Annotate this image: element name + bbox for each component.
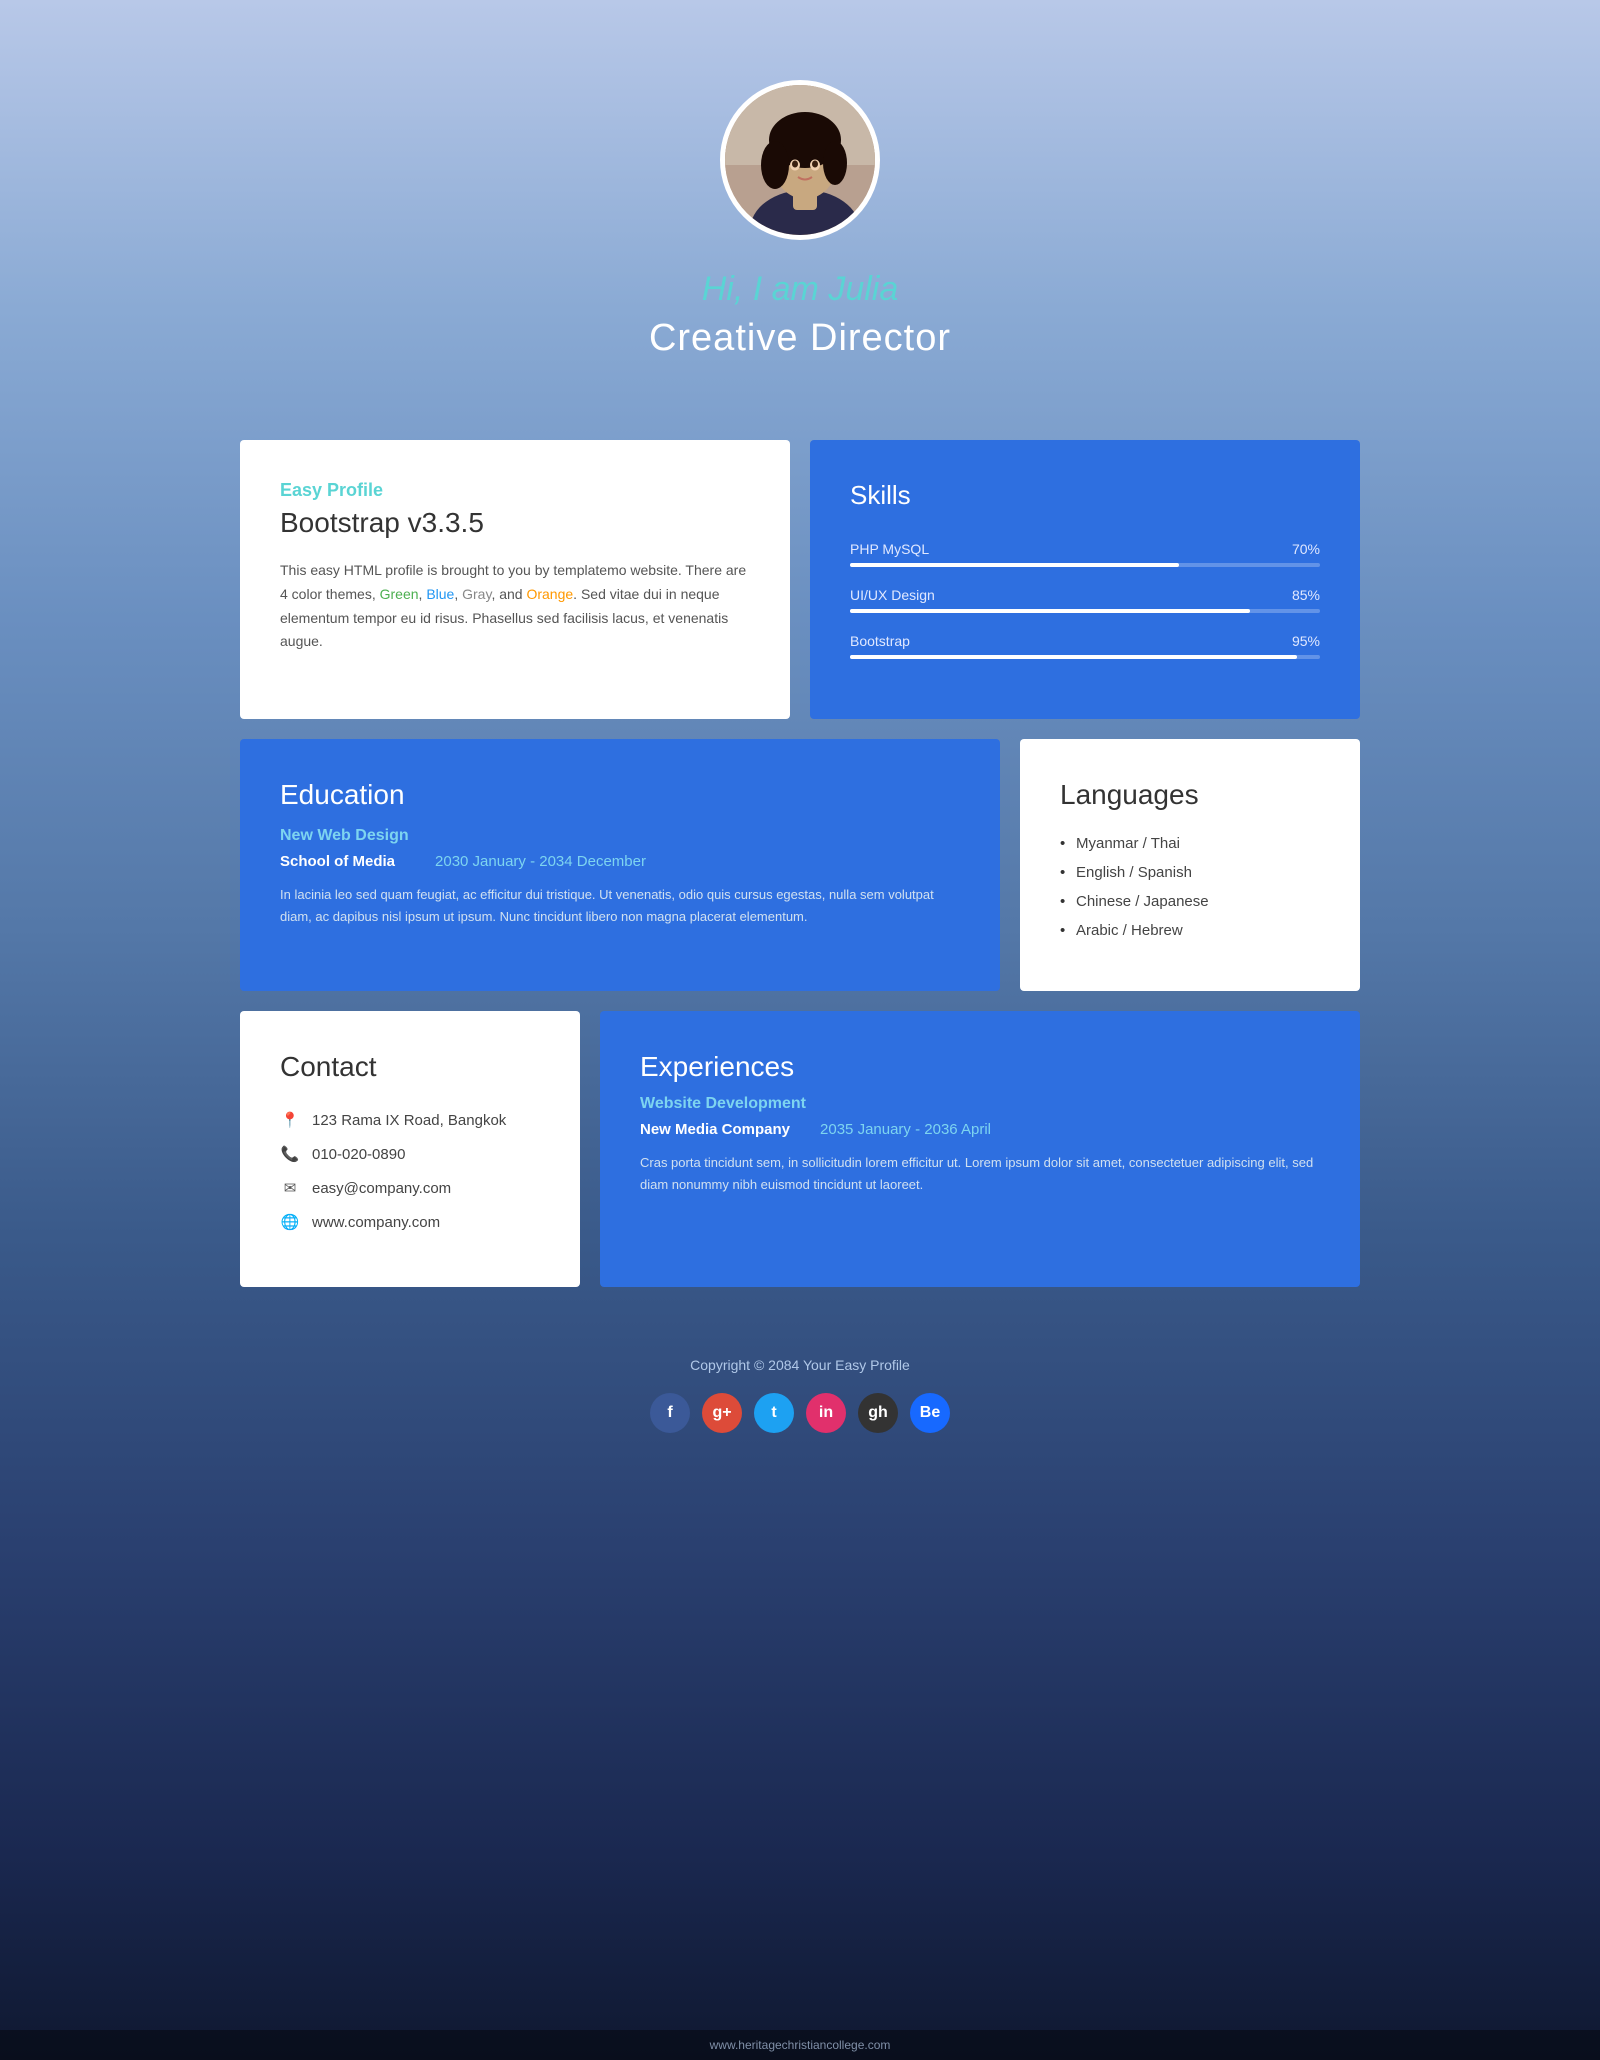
skill-bootstrap-percent: 95% (1292, 633, 1320, 649)
education-date: 2030 January - 2034 December (435, 853, 646, 870)
experiences-company: New Media Company (640, 1121, 790, 1138)
skill-php-label: PHP MySQL (850, 541, 929, 557)
hero-greeting: Hi, I am Julia (702, 270, 899, 309)
main-content: Easy Profile Bootstrap v3.3.5 This easy … (200, 440, 1400, 1287)
contact-address: 📍 123 Rama IX Road, Bangkok (280, 1111, 540, 1129)
color-orange-link[interactable]: Orange (526, 586, 573, 602)
row-1: Easy Profile Bootstrap v3.3.5 This easy … (240, 440, 1360, 719)
experiences-company-row: New Media Company 2035 January - 2036 Ap… (640, 1121, 1320, 1138)
avatar (720, 80, 880, 240)
skill-ui-bar-fill (850, 609, 1250, 613)
contact-website: 🌐 www.company.com (280, 1213, 540, 1231)
skill-ui-bar-bg (850, 609, 1320, 613)
skill-bootstrap: Bootstrap 95% (850, 633, 1320, 659)
color-blue-link[interactable]: Blue (426, 586, 454, 602)
contact-email: ✉ easy@company.com (280, 1179, 540, 1197)
contact-phone: 📞 010-020-0890 (280, 1145, 540, 1163)
profile-card-subtitle: Bootstrap v3.3.5 (280, 507, 750, 539)
row-3: Contact 📍 123 Rama IX Road, Bangkok 📞 01… (240, 1011, 1360, 1287)
bottom-bar-url: www.heritagechristiancollege.com (710, 2038, 891, 2052)
footer: Copyright © 2084 Your Easy Profile f g+ … (0, 1307, 1600, 1473)
experiences-card: Experiences Website Development New Medi… (600, 1011, 1360, 1287)
instagram-icon[interactable]: in (806, 1393, 846, 1433)
experiences-date: 2035 January - 2036 April (820, 1121, 991, 1138)
skill-bootstrap-bar-bg (850, 655, 1320, 659)
languages-list: Myanmar / Thai English / Spanish Chinese… (1060, 835, 1320, 939)
behance-icon[interactable]: Be (910, 1393, 950, 1433)
skill-ui-label: UI/UX Design (850, 587, 935, 603)
skill-php-bar-bg (850, 563, 1320, 567)
footer-copyright: Copyright © 2084 Your Easy Profile (0, 1357, 1600, 1373)
skill-ui-percent: 85% (1292, 587, 1320, 603)
github-icon[interactable]: gh (858, 1393, 898, 1433)
bottom-bar: www.heritagechristiancollege.com (0, 2030, 1600, 2060)
color-green-link[interactable]: Green (380, 586, 419, 602)
education-title: Education (280, 779, 960, 811)
education-description: In lacinia leo sed quam feugiat, ac effi… (280, 884, 960, 928)
phone-icon: 📞 (280, 1145, 300, 1163)
skills-title: Skills (850, 480, 1320, 511)
profile-card-text: This easy HTML profile is brought to you… (280, 559, 750, 654)
profile-card: Easy Profile Bootstrap v3.3.5 This easy … (240, 440, 790, 719)
skill-bootstrap-label: Bootstrap (850, 633, 910, 649)
language-item-1: English / Spanish (1060, 864, 1320, 881)
facebook-icon[interactable]: f (650, 1393, 690, 1433)
skill-php: PHP MySQL 70% (850, 541, 1320, 567)
language-item-3: Arabic / Hebrew (1060, 922, 1320, 939)
contact-address-text: 123 Rama IX Road, Bangkok (312, 1112, 506, 1129)
language-item-2: Chinese / Japanese (1060, 893, 1320, 910)
globe-icon: 🌐 (280, 1213, 300, 1231)
language-item-0: Myanmar / Thai (1060, 835, 1320, 852)
education-school-name: School of Media (280, 853, 395, 870)
social-icons: f g+ t in gh Be (0, 1393, 1600, 1433)
skill-ui: UI/UX Design 85% (850, 587, 1320, 613)
education-school-row: School of Media 2030 January - 2034 Dece… (280, 853, 960, 870)
education-card: Education New Web Design School of Media… (240, 739, 1000, 991)
profile-card-label: Easy Profile (280, 480, 750, 501)
skill-bootstrap-bar-fill (850, 655, 1297, 659)
experiences-description: Cras porta tincidunt sem, in sollicitudi… (640, 1152, 1320, 1196)
color-gray-link[interactable]: Gray (462, 586, 491, 602)
experiences-role-label: Website Development (640, 1095, 1320, 1113)
row-2: Education New Web Design School of Media… (240, 739, 1360, 991)
email-icon: ✉ (280, 1179, 300, 1197)
skills-card: Skills PHP MySQL 70% UI/UX Design 85% (810, 440, 1360, 719)
education-school-label: New Web Design (280, 827, 960, 845)
languages-card: Languages Myanmar / Thai English / Spani… (1020, 739, 1360, 991)
twitter-icon[interactable]: t (754, 1393, 794, 1433)
google-plus-icon[interactable]: g+ (702, 1393, 742, 1433)
contact-phone-text: 010-020-0890 (312, 1146, 405, 1163)
experiences-title: Experiences (640, 1051, 1320, 1083)
hero-title: Creative Director (649, 317, 951, 360)
contact-card: Contact 📍 123 Rama IX Road, Bangkok 📞 01… (240, 1011, 580, 1287)
skill-php-bar-fill (850, 563, 1179, 567)
contact-title: Contact (280, 1051, 540, 1083)
contact-website-text: www.company.com (312, 1214, 440, 1231)
languages-title: Languages (1060, 779, 1320, 811)
contact-email-text: easy@company.com (312, 1180, 451, 1197)
location-icon: 📍 (280, 1111, 300, 1129)
hero-section: Hi, I am Julia Creative Director (0, 0, 1600, 420)
skill-php-percent: 70% (1292, 541, 1320, 557)
